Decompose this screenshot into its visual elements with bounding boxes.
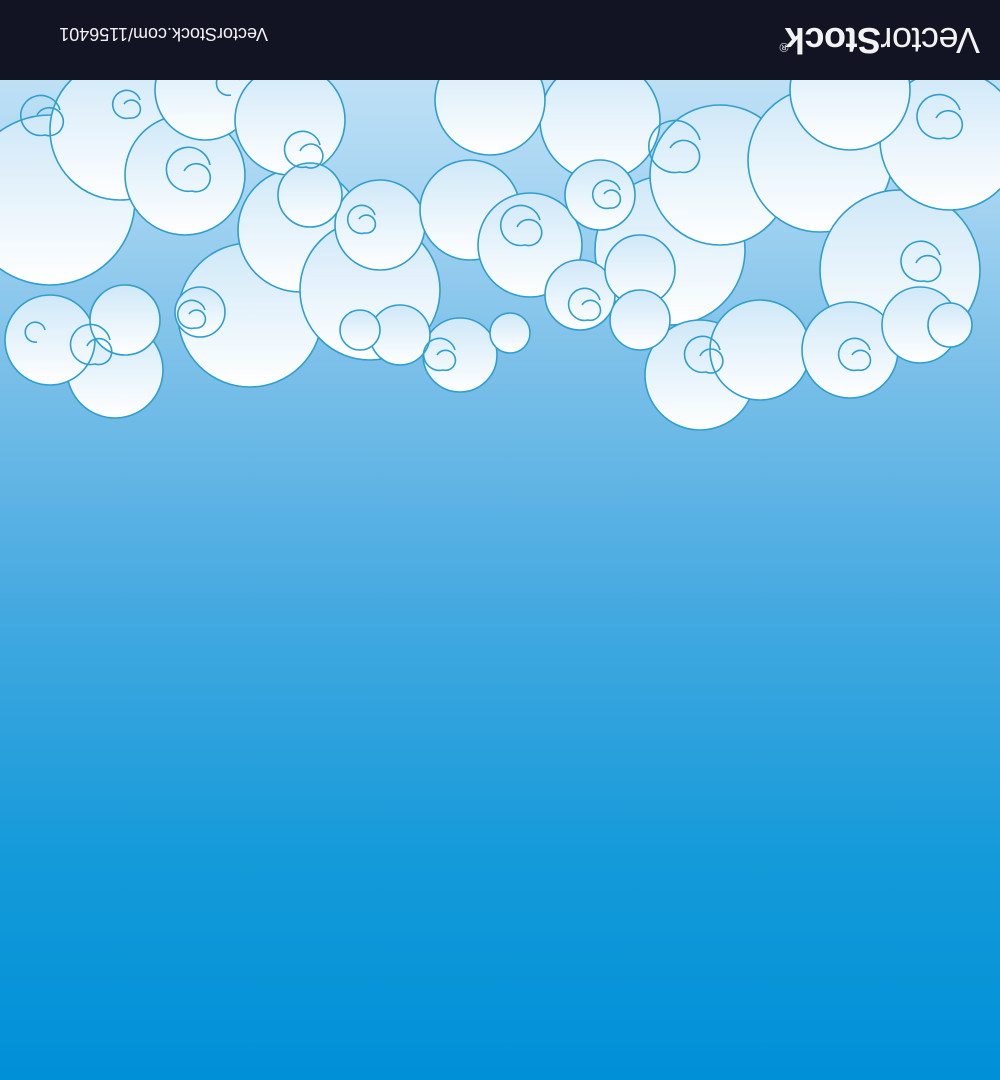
watermark-url: VectorStock.com/1156401: [59, 24, 268, 44]
vectorstock-logo: VectorStock: [780, 14, 980, 66]
logo-text-light: Vector: [880, 20, 980, 61]
registered-mark: ®: [778, 40, 790, 54]
logo-text: VectorStock: [785, 14, 980, 66]
cloud-front-right: [609, 286, 973, 431]
logo-text-bold: Stock: [785, 20, 881, 61]
watermark-bar: VectorStock ® VectorStock.com/1156401: [0, 0, 1000, 80]
